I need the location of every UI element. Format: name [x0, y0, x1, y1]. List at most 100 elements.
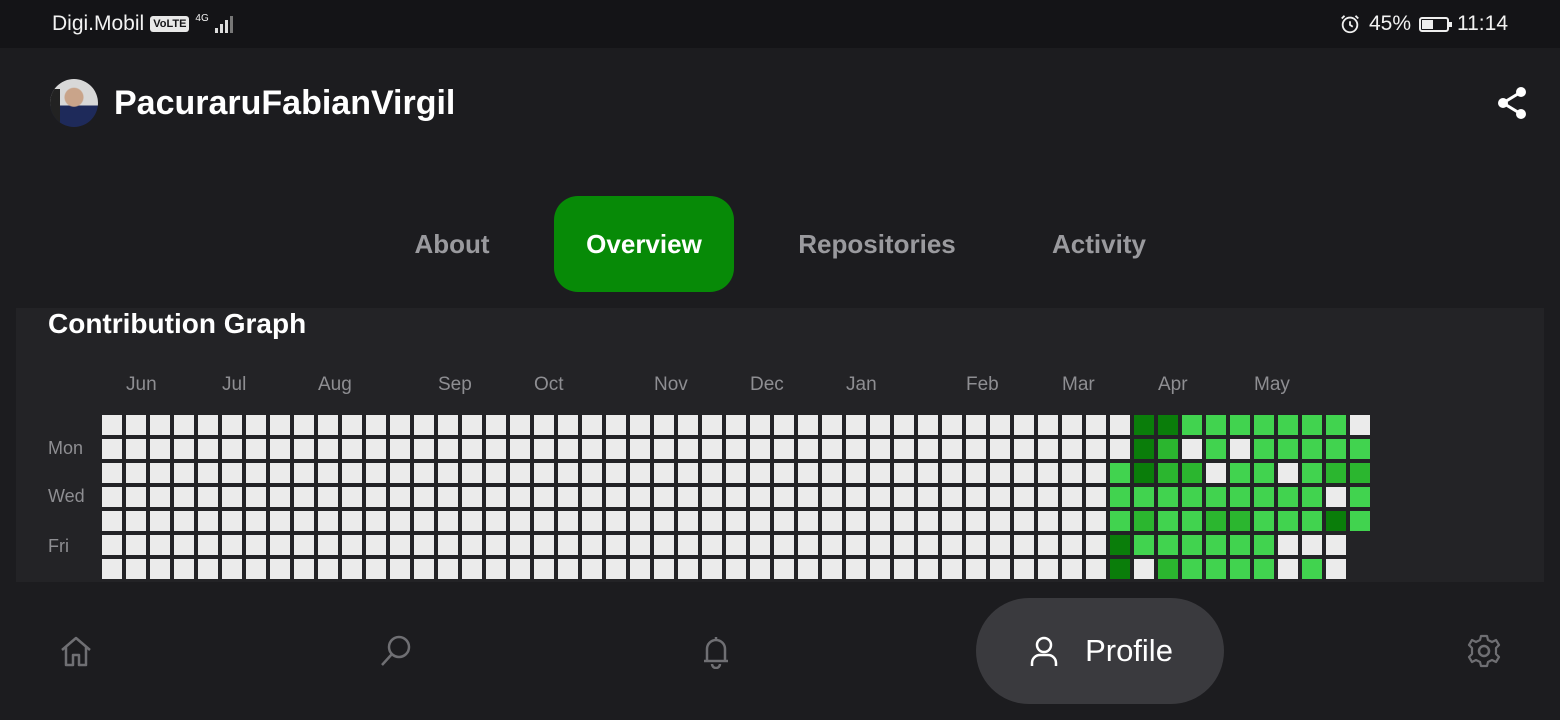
contribution-cell [558, 487, 578, 507]
contribution-cell [366, 415, 386, 435]
contribution-cell [1086, 487, 1106, 507]
contribution-cell [558, 415, 578, 435]
contribution-cell [102, 559, 122, 579]
contribution-cell [534, 463, 554, 483]
contribution-cell [318, 415, 338, 435]
contribution-cell [990, 487, 1010, 507]
avatar[interactable] [50, 79, 98, 127]
contribution-cell [894, 535, 914, 555]
contribution-cell [606, 559, 626, 579]
bottom-nav: Profile [0, 582, 1560, 720]
contribution-cell [222, 415, 242, 435]
contribution-cell [414, 415, 434, 435]
contribution-cell [414, 511, 434, 531]
share-icon[interactable] [1494, 85, 1530, 121]
contribution-cell [198, 487, 218, 507]
contribution-cell [606, 511, 626, 531]
contribution-cell [558, 439, 578, 459]
contribution-cell [582, 487, 602, 507]
contribution-cell [1206, 439, 1226, 459]
contribution-cell [318, 439, 338, 459]
contribution-cell [486, 511, 506, 531]
contribution-cell [198, 415, 218, 435]
contribution-cell [366, 487, 386, 507]
contribution-cell [510, 511, 530, 531]
contribution-cell [1182, 463, 1202, 483]
contribution-cell [1134, 439, 1154, 459]
gear-icon[interactable] [1466, 633, 1502, 669]
day-label: Mon [48, 438, 84, 458]
contribution-cell [462, 439, 482, 459]
contribution-cell [1326, 487, 1346, 507]
contribution-cell [654, 511, 674, 531]
contribution-cell [342, 415, 362, 435]
search-icon[interactable] [378, 633, 414, 669]
bell-icon[interactable] [698, 633, 734, 669]
contribution-cell [126, 535, 146, 555]
contribution-cell [486, 487, 506, 507]
contribution-cell [342, 559, 362, 579]
contribution-cell [798, 511, 818, 531]
contribution-cell [438, 463, 458, 483]
month-label: Jul [222, 374, 247, 395]
tab-about[interactable]: About [392, 196, 512, 292]
contribution-cell [102, 535, 122, 555]
volte-badge: VoLTE [150, 16, 190, 32]
contribution-cell [1086, 415, 1106, 435]
contribution-cell [822, 559, 842, 579]
contribution-cell [774, 415, 794, 435]
tab-overview[interactable]: Overview [554, 196, 734, 292]
contribution-cell [798, 535, 818, 555]
contribution-cell [1182, 535, 1202, 555]
contribution-cell [510, 559, 530, 579]
contribution-cell [606, 463, 626, 483]
contribution-cell [726, 511, 746, 531]
contribution-cell [1278, 511, 1298, 531]
contribution-cell [1326, 511, 1346, 531]
contribution-cell [1086, 511, 1106, 531]
contribution-cell [822, 463, 842, 483]
contribution-cell [510, 487, 530, 507]
contribution-cell [606, 487, 626, 507]
contribution-cell [678, 463, 698, 483]
contribution-cell [774, 535, 794, 555]
contribution-cell [1038, 463, 1058, 483]
contribution-cell [1134, 415, 1154, 435]
contribution-cell [1014, 439, 1034, 459]
contribution-cell [1014, 487, 1034, 507]
contribution-cell [462, 559, 482, 579]
contribution-cell [678, 487, 698, 507]
contribution-cell [870, 463, 890, 483]
contribution-cell [846, 535, 866, 555]
contribution-cell [798, 463, 818, 483]
tab-activity[interactable]: Activity [1034, 196, 1164, 292]
tab-repositories[interactable]: Repositories [784, 196, 970, 292]
month-label: Mar [1062, 374, 1095, 395]
contribution-cell [894, 511, 914, 531]
contribution-cell [102, 511, 122, 531]
contribution-cell [438, 511, 458, 531]
contribution-cell [1182, 559, 1202, 579]
contribution-cell [702, 559, 722, 579]
contribution-cell [246, 535, 266, 555]
contribution-cell [750, 487, 770, 507]
contribution-cell [1062, 415, 1082, 435]
contribution-cell [1182, 439, 1202, 459]
contribution-cell [486, 415, 506, 435]
home-icon[interactable] [58, 633, 94, 669]
contribution-cell [942, 487, 962, 507]
contribution-cell [846, 511, 866, 531]
contribution-cell [414, 439, 434, 459]
contribution-cell [150, 415, 170, 435]
profile-nav-button[interactable]: Profile [976, 598, 1224, 704]
contribution-cell [582, 463, 602, 483]
contribution-cell [942, 535, 962, 555]
contribution-cell [510, 463, 530, 483]
contribution-cell [534, 487, 554, 507]
contribution-cell [246, 487, 266, 507]
contribution-cell [894, 487, 914, 507]
contribution-cell [150, 439, 170, 459]
contribution-cell [918, 559, 938, 579]
contribution-cell [1014, 463, 1034, 483]
contribution-cell [918, 463, 938, 483]
